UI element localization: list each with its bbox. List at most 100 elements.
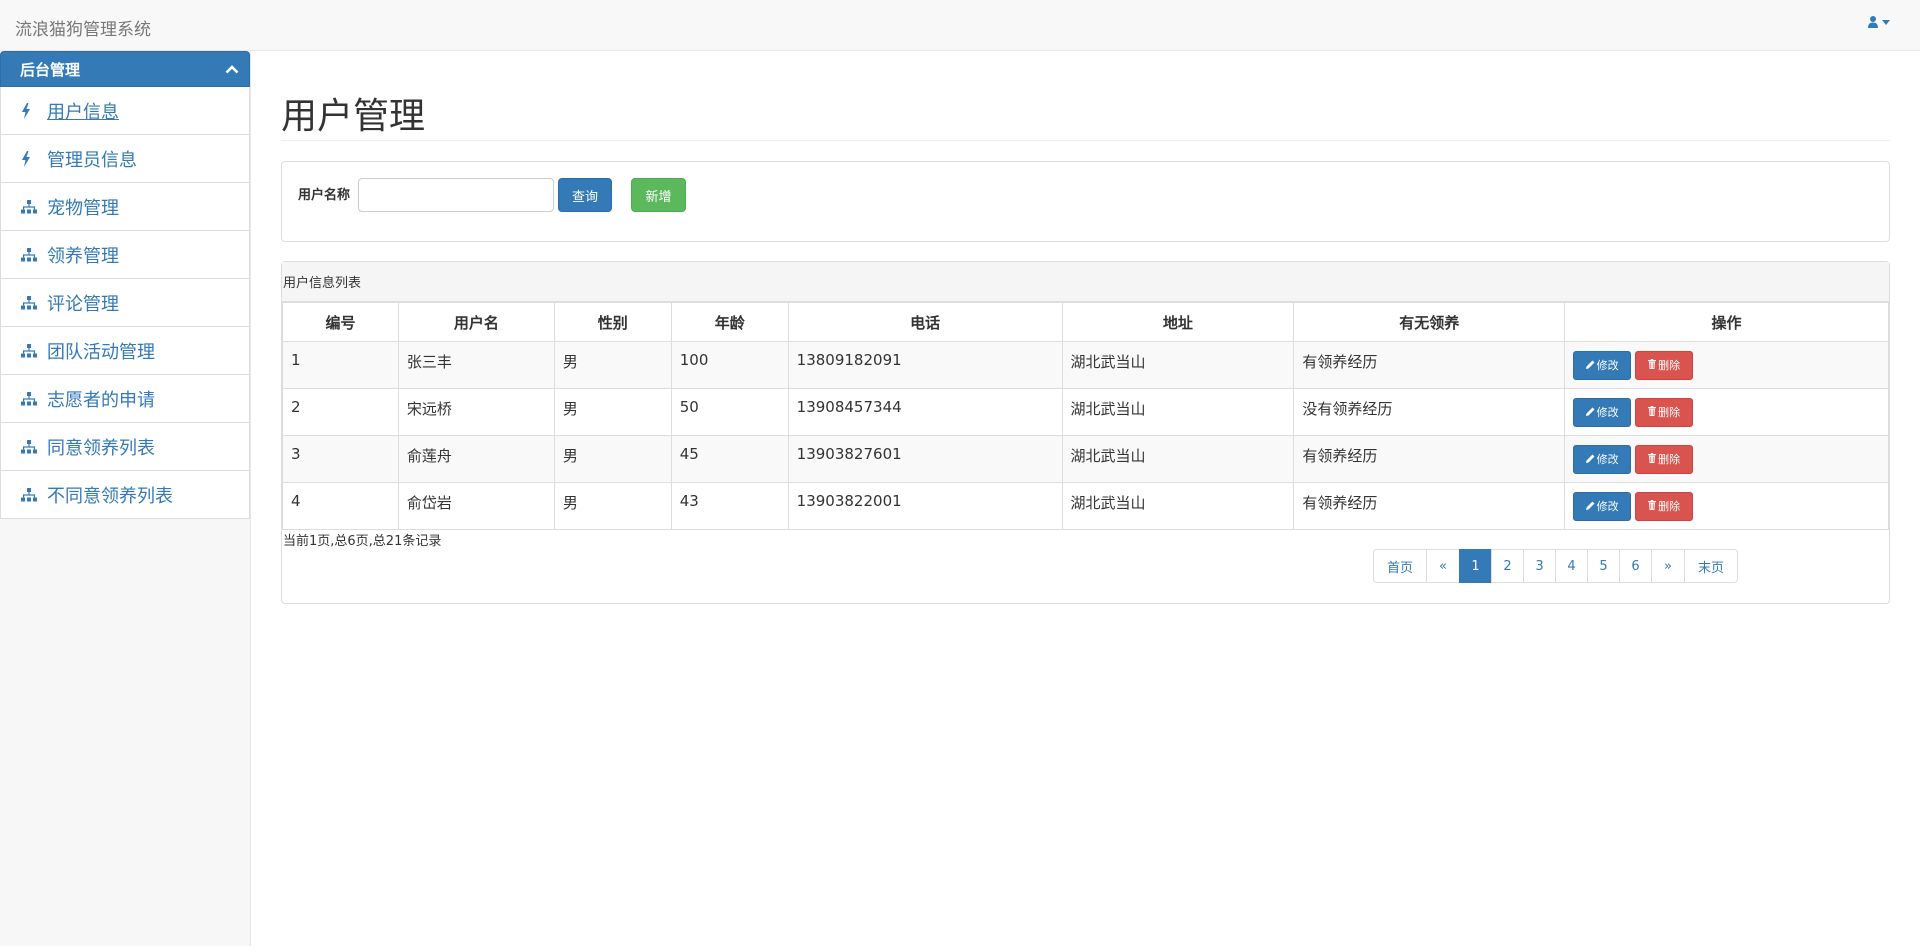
table-cell: 100 [670, 341, 789, 389]
table-cell: 1 [282, 341, 399, 389]
pencil-icon [1585, 453, 1595, 466]
sidebar-item[interactable]: 评论管理 [0, 279, 250, 327]
sidebar: 后台管理 用户信息管理员信息宠物管理领养管理评论管理团队活动管理 志愿者的申请同意… [0, 51, 251, 946]
last-page-link[interactable]: 末页 [1684, 549, 1738, 583]
page-number-link[interactable]: 6 [1619, 549, 1652, 583]
delete-button[interactable]: 删除 [1635, 397, 1694, 427]
table-cell: 湖北武当山 [1061, 482, 1295, 530]
table-cell: 4 [282, 482, 399, 530]
table-cell: 有领养经历 [1293, 341, 1566, 389]
edit-button[interactable]: 修改 [1573, 444, 1632, 474]
table-cell: 13908457344 [787, 388, 1063, 436]
actions-cell: 修改 删除 [1564, 388, 1889, 436]
top-navbar: 流浪猫狗管理系统 [0, 0, 1920, 51]
sidebar-item[interactable]: 用户信息 [0, 87, 250, 135]
table-cell: 湖北武当山 [1061, 435, 1295, 483]
column-header: 电话 [787, 302, 1063, 342]
sidebar-item[interactable]: 领养管理 [0, 231, 250, 279]
actions-cell: 修改 删除 [1564, 482, 1889, 530]
prev-page-link[interactable]: « [1426, 549, 1460, 583]
sidebar-item-label: 领养管理 [47, 245, 119, 267]
sidebar-panel: 后台管理 用户信息管理员信息宠物管理领养管理评论管理团队活动管理 志愿者的申请同意… [0, 51, 250, 519]
delete-button[interactable]: 删除 [1635, 491, 1694, 521]
table-row: 4 俞岱岩男 43 13903822001 湖北武当山 有领养经历 修改 删除 [282, 482, 1889, 530]
user-table-panel: 用户信息列表 编号 用户名 性别 年龄 电话 地址 有无领养 操作 1 张三丰男 100 13809… [281, 261, 1890, 604]
column-header: 性别 [553, 302, 672, 342]
table-cell: 俞岱岩 [397, 482, 555, 530]
page-number-link[interactable]: 5 [1587, 549, 1620, 583]
sidebar-item[interactable]: 团队活动管理 [0, 327, 250, 375]
page-number-link[interactable]: 1 [1459, 549, 1492, 583]
table-cell: 13809182091 [787, 341, 1063, 389]
pagination: 首页 «1 2 3 4 5 6» 末页 [1373, 549, 1738, 583]
table-cell: 13903827601 [787, 435, 1063, 483]
table-row: 2 宋远桥男 50 13908457344 湖北武当山 没有领养经历 修改 删除 [282, 388, 1889, 436]
row-actions: 修改 删除 [1573, 491, 1880, 521]
main-content: 用户管理 用户名称 查询 新增 用户信息列表 编号 用户名 性别 年龄 电话 地址 有无领养… [251, 51, 1920, 946]
sidebar-item-label: 宠物管理 [47, 197, 119, 219]
pencil-icon [1585, 406, 1595, 419]
sidebar-item-label: 不同意领养列表 [47, 485, 173, 507]
page-number-link[interactable]: 3 [1523, 549, 1556, 583]
sidebar-item[interactable]: 不同意领养列表 [0, 471, 250, 519]
row-actions: 修改 删除 [1573, 350, 1880, 380]
next-page-link[interactable]: » [1651, 549, 1685, 583]
actions-cell: 修改 删除 [1564, 341, 1889, 389]
query-button[interactable]: 查询 [558, 178, 612, 212]
page-number-link[interactable]: 4 [1555, 549, 1588, 583]
table-cell: 有领养经历 [1293, 435, 1566, 483]
table-cell: 张三丰 [397, 341, 555, 389]
trash-icon [1648, 405, 1657, 419]
table-cell: 俞莲舟 [397, 435, 555, 483]
delete-label: 删除 [1658, 406, 1681, 419]
sidebar-item[interactable]: 志愿者的申请 [0, 375, 250, 423]
search-label: 用户名称 [298, 188, 351, 203]
table-cell: 有领养经历 [1293, 482, 1566, 530]
delete-label: 删除 [1658, 453, 1681, 466]
username-search-input[interactable] [358, 178, 554, 212]
delete-button[interactable]: 删除 [1635, 350, 1694, 380]
edit-label: 修改 [1596, 453, 1619, 466]
sitemap-icon [21, 247, 43, 262]
sidebar-item-label: 评论管理 [47, 293, 119, 315]
add-button[interactable]: 新增 [631, 178, 686, 212]
table-cell: 宋远桥 [397, 388, 555, 436]
user-icon [1868, 16, 1878, 28]
table-cell: 湖北武当山 [1061, 341, 1295, 389]
column-header: 编号 [282, 302, 399, 342]
search-panel: 用户名称 查询 新增 [281, 161, 1890, 242]
pencil-icon [1585, 359, 1595, 372]
sidebar-item-label: 管理员信息 [47, 149, 137, 171]
page-number-link[interactable]: 2 [1491, 549, 1524, 583]
user-menu-dropdown[interactable] [1868, 16, 1890, 28]
trash-icon [1648, 452, 1657, 466]
edit-button[interactable]: 修改 [1573, 491, 1632, 521]
app-title[interactable]: 流浪猫狗管理系统 [15, 15, 151, 40]
column-header: 用户名 [397, 302, 555, 342]
actions-cell: 修改 删除 [1564, 435, 1889, 483]
chevron-up-icon [225, 65, 239, 74]
table-heading: 用户信息列表 [282, 262, 1889, 302]
table-cell: 50 [670, 388, 789, 436]
sidebar-item-label: 团队活动管理 [47, 341, 155, 363]
table-cell: 男 [553, 435, 672, 483]
table-cell: 男 [553, 341, 672, 389]
edit-button[interactable]: 修改 [1573, 350, 1632, 380]
table-header-row: 编号 用户名 性别 年龄 电话 地址 有无领养 操作 [282, 302, 1889, 342]
column-header: 有无领养 [1293, 302, 1566, 342]
sidebar-header[interactable]: 后台管理 [0, 51, 250, 87]
first-page-link[interactable]: 首页 [1373, 549, 1427, 583]
table-cell: 湖北武当山 [1061, 388, 1295, 436]
delete-button[interactable]: 删除 [1635, 444, 1694, 474]
bolt-icon [21, 150, 43, 167]
sidebar-item-label: 志愿者的申请 [47, 389, 155, 411]
table-cell: 男 [553, 388, 672, 436]
sidebar-item[interactable]: 管理员信息 [0, 135, 250, 183]
table-cell: 男 [553, 482, 672, 530]
pencil-icon [1585, 500, 1595, 513]
trash-icon [1648, 499, 1657, 513]
sitemap-icon [21, 295, 43, 310]
sidebar-item[interactable]: 同意领养列表 [0, 423, 250, 471]
edit-button[interactable]: 修改 [1573, 397, 1632, 427]
sidebar-item[interactable]: 宠物管理 [0, 183, 250, 231]
